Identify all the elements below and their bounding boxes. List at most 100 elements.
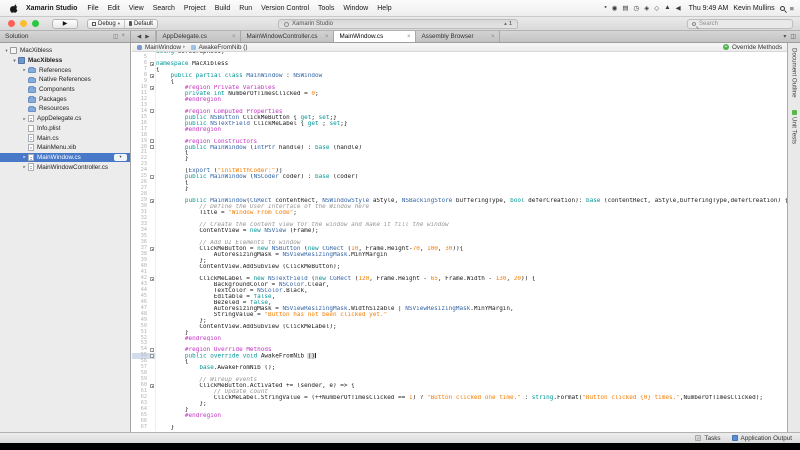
display-status-icon[interactable]: ▤: [622, 4, 628, 12]
application-output-pad-button[interactable]: Application Output: [732, 435, 792, 442]
fold-collapse-icon[interactable]: [150, 384, 154, 388]
configuration-icon: [92, 22, 96, 26]
configuration-label: Debug: [98, 21, 116, 27]
tree-item-label: Resources: [39, 105, 69, 112]
tab-close-icon[interactable]: ×: [232, 34, 236, 40]
tree-item-macxibless[interactable]: ▾ MacXibless: [0, 46, 130, 56]
tree-item-resources[interactable]: Resources: [0, 104, 130, 114]
tab-overflow-icon[interactable]: ◫: [790, 33, 796, 40]
disclosure-down-icon[interactable]: ▾: [11, 58, 18, 64]
folder-icon: [28, 68, 36, 74]
window-zoom-button[interactable]: [32, 20, 39, 27]
file-cs-icon: [28, 134, 34, 142]
pad-tab-unit-tests[interactable]: Unit Tests: [791, 110, 798, 144]
navigate-back-icon[interactable]: ◀: [137, 34, 141, 40]
fold-collapse-icon[interactable]: [150, 199, 154, 203]
menu-build[interactable]: Build: [215, 5, 231, 12]
pad-tab-document-outline[interactable]: Document Outline: [791, 48, 798, 98]
disclosure-right-icon[interactable]: ▸: [21, 164, 28, 170]
menu-file[interactable]: File: [87, 5, 98, 12]
code-text: }: [156, 425, 787, 431]
override-methods-button[interactable]: + Override Methods: [723, 44, 782, 51]
airport-icon[interactable]: ◇: [654, 4, 659, 12]
fold-collapse-icon[interactable]: [150, 247, 154, 251]
code-editor[interactable]: 4using CoreGraphics;56namespace MacXible…: [132, 52, 787, 432]
menu-app-name[interactable]: Xamarin Studio: [26, 5, 77, 12]
tree-item-appdelegate-cs[interactable]: ▸AppDelegate.cs: [0, 114, 130, 124]
fold-collapse-icon[interactable]: [150, 109, 154, 113]
breadcrumb-class[interactable]: MainWindow: [145, 44, 181, 51]
fold-collapse-icon[interactable]: [150, 74, 154, 78]
fold-collapse-icon[interactable]: [150, 145, 154, 149]
device-icon: [129, 21, 132, 26]
fold-collapse-icon[interactable]: [150, 354, 154, 358]
keyboard-status-icon[interactable]: ◈: [644, 4, 649, 12]
tree-item-packages[interactable]: Packages: [0, 94, 130, 104]
eject-icon[interactable]: ▲: [664, 4, 670, 12]
disclosure-down-icon[interactable]: ▾: [3, 48, 10, 54]
window-minimize-button[interactable]: [20, 20, 27, 27]
fold-collapse-icon[interactable]: [150, 86, 154, 90]
window-close-button[interactable]: [8, 20, 15, 27]
disclosure-right-icon[interactable]: ▸: [21, 116, 28, 122]
tree-item-mainwindow-cs[interactable]: ▸MainWindow.cs▾: [0, 153, 130, 163]
menu-project[interactable]: Project: [184, 5, 206, 12]
menu-help[interactable]: Help: [377, 5, 391, 12]
tree-item-main-cs[interactable]: Main.cs: [0, 133, 130, 143]
tab-assembly-browser[interactable]: Assembly Browser×: [416, 31, 500, 42]
warning-indicator[interactable]: ▲ 1: [503, 21, 512, 27]
menu-view[interactable]: View: [129, 5, 144, 12]
fold-collapse-icon[interactable]: [150, 139, 154, 143]
notification-center-icon[interactable]: ≡: [790, 4, 794, 13]
tab-mainwindowcontroller-cs[interactable]: MainWindowController.cs×: [241, 31, 334, 42]
apple-logo-icon[interactable]: [10, 4, 19, 13]
device-selector[interactable]: Default: [124, 20, 157, 28]
dock-pad-icon[interactable]: ◫: [113, 33, 119, 40]
tree-item-mainwindowcontroller-cs[interactable]: ▸MainWindowController.cs: [0, 162, 130, 172]
tab-close-icon[interactable]: ×: [491, 34, 495, 40]
menu-user-name[interactable]: Kevin Mullins: [733, 5, 774, 12]
tab-mainwindow-cs[interactable]: MainWindow.cs×: [334, 31, 416, 42]
volume-icon[interactable]: ◀: [676, 4, 681, 12]
selected-item-menu-button[interactable]: ▾: [114, 154, 127, 161]
tasks-pad-button[interactable]: ✓ Tasks: [695, 435, 720, 442]
gear-status-icon[interactable]: ◉: [612, 4, 618, 12]
tree-item-macxibless[interactable]: ▾MacXibless: [0, 56, 130, 66]
solution-pad-title: Solution: [5, 33, 29, 40]
tree-item-info-plist[interactable]: Info.plist: [0, 124, 130, 134]
navigate-forward-icon[interactable]: ▶: [145, 34, 149, 40]
tab-close-icon[interactable]: ×: [325, 34, 329, 40]
run-button[interactable]: ▶: [52, 19, 78, 29]
fold-collapse-icon[interactable]: [150, 277, 154, 281]
disclosure-right-icon[interactable]: ▸: [21, 154, 28, 160]
tree-item-components[interactable]: Components: [0, 85, 130, 95]
configuration-selector[interactable]: Debug ▾: [88, 20, 124, 28]
disclosure-right-icon[interactable]: ▸: [21, 67, 28, 73]
tree-item-native-references[interactable]: Native References: [0, 75, 130, 85]
tab-list-chevron-icon[interactable]: ▾: [783, 33, 786, 40]
fold-collapse-icon[interactable]: [150, 348, 154, 352]
close-pad-icon[interactable]: ×: [121, 33, 125, 40]
spotlight-search-icon[interactable]: [780, 6, 785, 11]
folder-icon: [28, 87, 36, 93]
fold-collapse-icon[interactable]: [150, 62, 154, 66]
app-status-icon[interactable]: ▪: [604, 4, 606, 12]
menu-run[interactable]: Run: [239, 5, 252, 12]
tree-item-mainmenu-xib[interactable]: MainMenu.xib: [0, 143, 130, 153]
menu-tools[interactable]: Tools: [318, 5, 334, 12]
time-machine-icon[interactable]: ◷: [634, 4, 640, 12]
search-input[interactable]: Search: [687, 19, 793, 29]
menu-version-control[interactable]: Version Control: [261, 5, 309, 12]
main-toolbar: ▶ Debug ▾ Default Xamarin Studio ▲ 1 Sea…: [0, 17, 800, 31]
tree-item-references[interactable]: ▸References: [0, 65, 130, 75]
menu-search[interactable]: Search: [153, 5, 175, 12]
menu-clock[interactable]: Thu 9:49 AM: [689, 5, 729, 12]
menu-edit[interactable]: Edit: [108, 5, 120, 12]
tab-close-icon[interactable]: ×: [407, 34, 411, 40]
tree-item-label: MacXibless: [20, 47, 52, 54]
tasks-label: Tasks: [704, 435, 720, 442]
tab-appdelegate-cs[interactable]: AppDelegate.cs×: [156, 31, 241, 42]
menu-window[interactable]: Window: [343, 5, 368, 12]
breadcrumb-method[interactable]: AwakeFromNib (): [199, 44, 248, 51]
fold-collapse-icon[interactable]: [150, 175, 154, 179]
